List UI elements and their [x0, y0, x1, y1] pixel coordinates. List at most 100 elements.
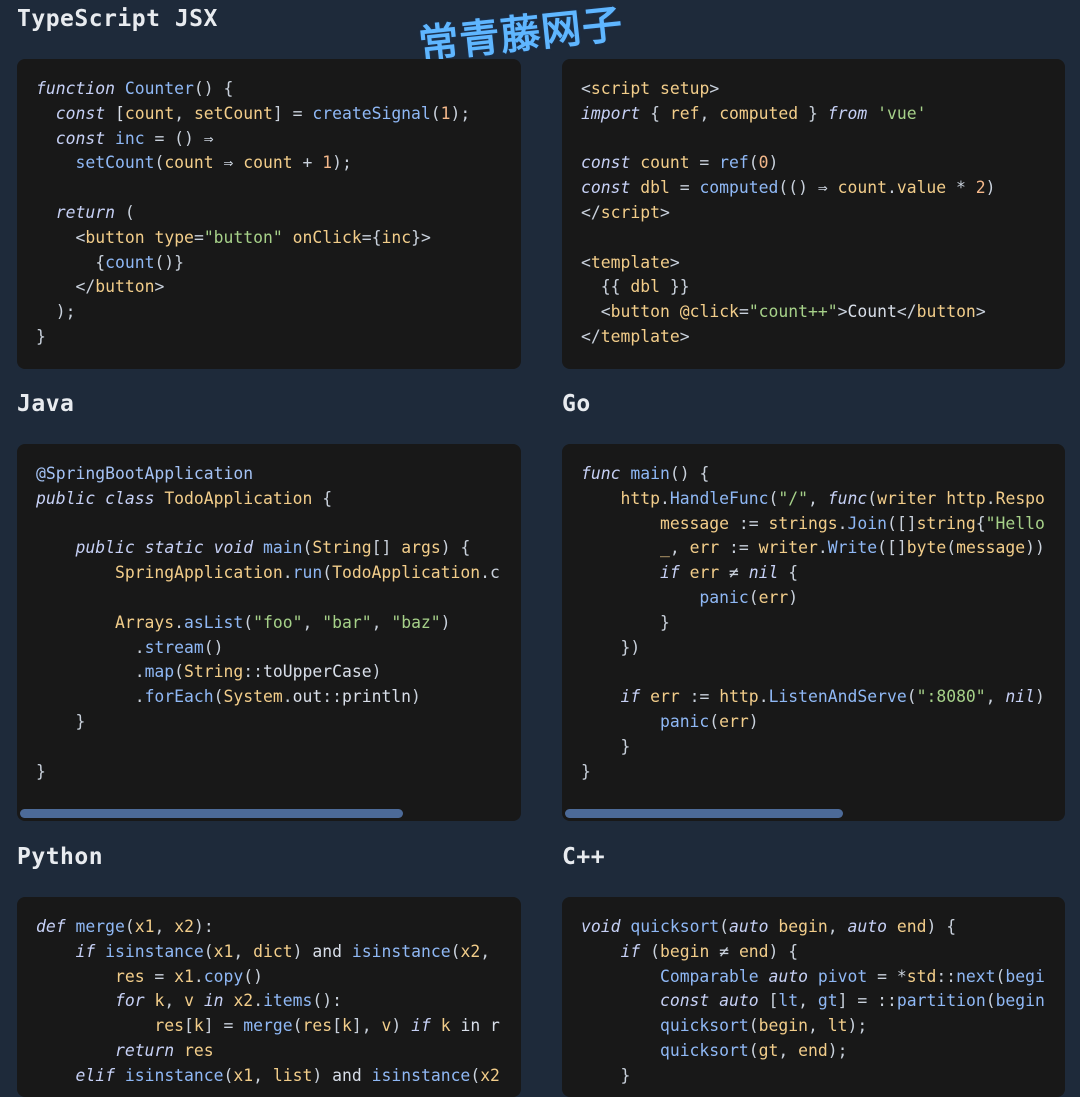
code-token: . — [282, 563, 293, 583]
code-token: ( — [114, 202, 135, 222]
code-token: res — [154, 1016, 185, 1036]
code-token: ( — [748, 587, 759, 607]
code-token: ); — [332, 153, 352, 173]
code-token: , — [985, 687, 1006, 707]
code-token: } — [620, 1065, 631, 1085]
code-token: ); — [450, 103, 471, 123]
code-line: elif isinstance(x1, list) and isinstance… — [36, 1064, 499, 1089]
code-token: } — [581, 761, 591, 781]
code-token: ( — [995, 966, 1006, 986]
code-line: quicksort(gt, end); — [581, 1039, 1045, 1064]
code-token: k — [341, 1016, 352, 1036]
code-token: static — [144, 538, 204, 558]
code-line: Comparable auto pivot = *std::next(begi — [581, 965, 1045, 990]
code-token: "bar" — [322, 612, 372, 632]
code-token: String — [184, 662, 244, 682]
code-line: import { ref, computed } from 'vue' — [581, 102, 996, 127]
code-token: elif — [75, 1065, 115, 1085]
code-token: x1 — [174, 966, 194, 986]
code-token: , — [778, 1040, 799, 1060]
code-token: function — [36, 79, 115, 98]
code-token: , — [808, 488, 828, 508]
code-block-go[interactable]: func main() { http.HandleFunc("/", func(… — [562, 444, 1065, 821]
code-line: } — [581, 735, 1045, 760]
code-token: } — [75, 711, 86, 731]
code-token: x1 — [233, 1065, 254, 1085]
code-token: "count++" — [748, 302, 838, 322]
code-token: res — [184, 1040, 214, 1060]
code-token: err — [758, 587, 789, 607]
code-token: public — [36, 488, 96, 508]
code-line: _, err := writer.Write([]byte(message)) — [581, 536, 1045, 561]
code-token: , — [164, 991, 185, 1011]
code-line: public class TodoApplication { — [36, 487, 500, 512]
code-token: }) — [620, 637, 641, 657]
code-token: () { — [193, 79, 234, 98]
code-token: type — [154, 227, 194, 247]
code-token: items — [263, 991, 313, 1011]
code-token: . — [758, 687, 769, 707]
section-title-tsx: TypeScript JSX — [17, 6, 218, 32]
code-token: dbl — [640, 178, 670, 198]
code-token: = * — [867, 966, 907, 986]
code-token: ( — [174, 662, 185, 682]
code-token: def — [36, 917, 66, 936]
code-token: ( — [292, 1016, 303, 1036]
code-token: const — [55, 103, 106, 123]
code-token: , — [669, 538, 690, 558]
code-token: partition — [896, 991, 986, 1011]
horizontal-scrollbar[interactable] — [565, 809, 843, 818]
code-token: isinstance — [351, 941, 451, 961]
code-line: res = x1.copy() — [36, 965, 500, 990]
code-token: end — [738, 941, 769, 961]
code-token: k — [154, 991, 165, 1011]
code-token: { — [312, 488, 333, 508]
horizontal-scrollbar[interactable] — [20, 809, 403, 818]
code-token: x2 — [174, 917, 194, 936]
code-token: ( — [124, 917, 135, 936]
code-token: err — [650, 687, 680, 707]
code-token: ( — [302, 538, 313, 558]
code-block-java[interactable]: @SpringBootApplication public class TodoA… — [17, 444, 521, 821]
code-text: func main() { http.HandleFunc("/", func(… — [581, 462, 1045, 784]
code-block-tsx[interactable]: function Counter() { const [count, setCo… — [17, 59, 521, 369]
code-block-cpp[interactable]: void quicksort(auto begin, auto end) { i… — [562, 897, 1065, 1097]
code-block-vue[interactable]: <script setup> import { ref, computed } f… — [562, 59, 1065, 369]
code-token: System — [223, 687, 283, 707]
code-token: > — [154, 277, 165, 297]
code-block-python[interactable]: def merge(x1, x2): if isinstance(x1, dic… — [17, 897, 521, 1097]
code-token: ref — [719, 153, 749, 173]
code-token: ref — [669, 103, 700, 123]
code-token: {{ — [600, 277, 631, 297]
code-line: http.HandleFunc("/", func(writer http.Re… — [581, 487, 1045, 512]
code-line: const [count, setCount] = createSignal(1… — [36, 102, 471, 127]
code-token: </ — [75, 277, 96, 297]
code-token: * — [946, 178, 976, 198]
code-line: <template> — [581, 251, 996, 276]
code-line: </template> — [581, 325, 996, 350]
code-token: < — [581, 79, 591, 98]
code-token: SpringApplication — [114, 563, 283, 583]
code-token: ( — [748, 153, 759, 173]
code-token: Respo — [995, 488, 1045, 508]
code-token: . — [886, 178, 897, 198]
code-token: </ — [896, 302, 917, 322]
